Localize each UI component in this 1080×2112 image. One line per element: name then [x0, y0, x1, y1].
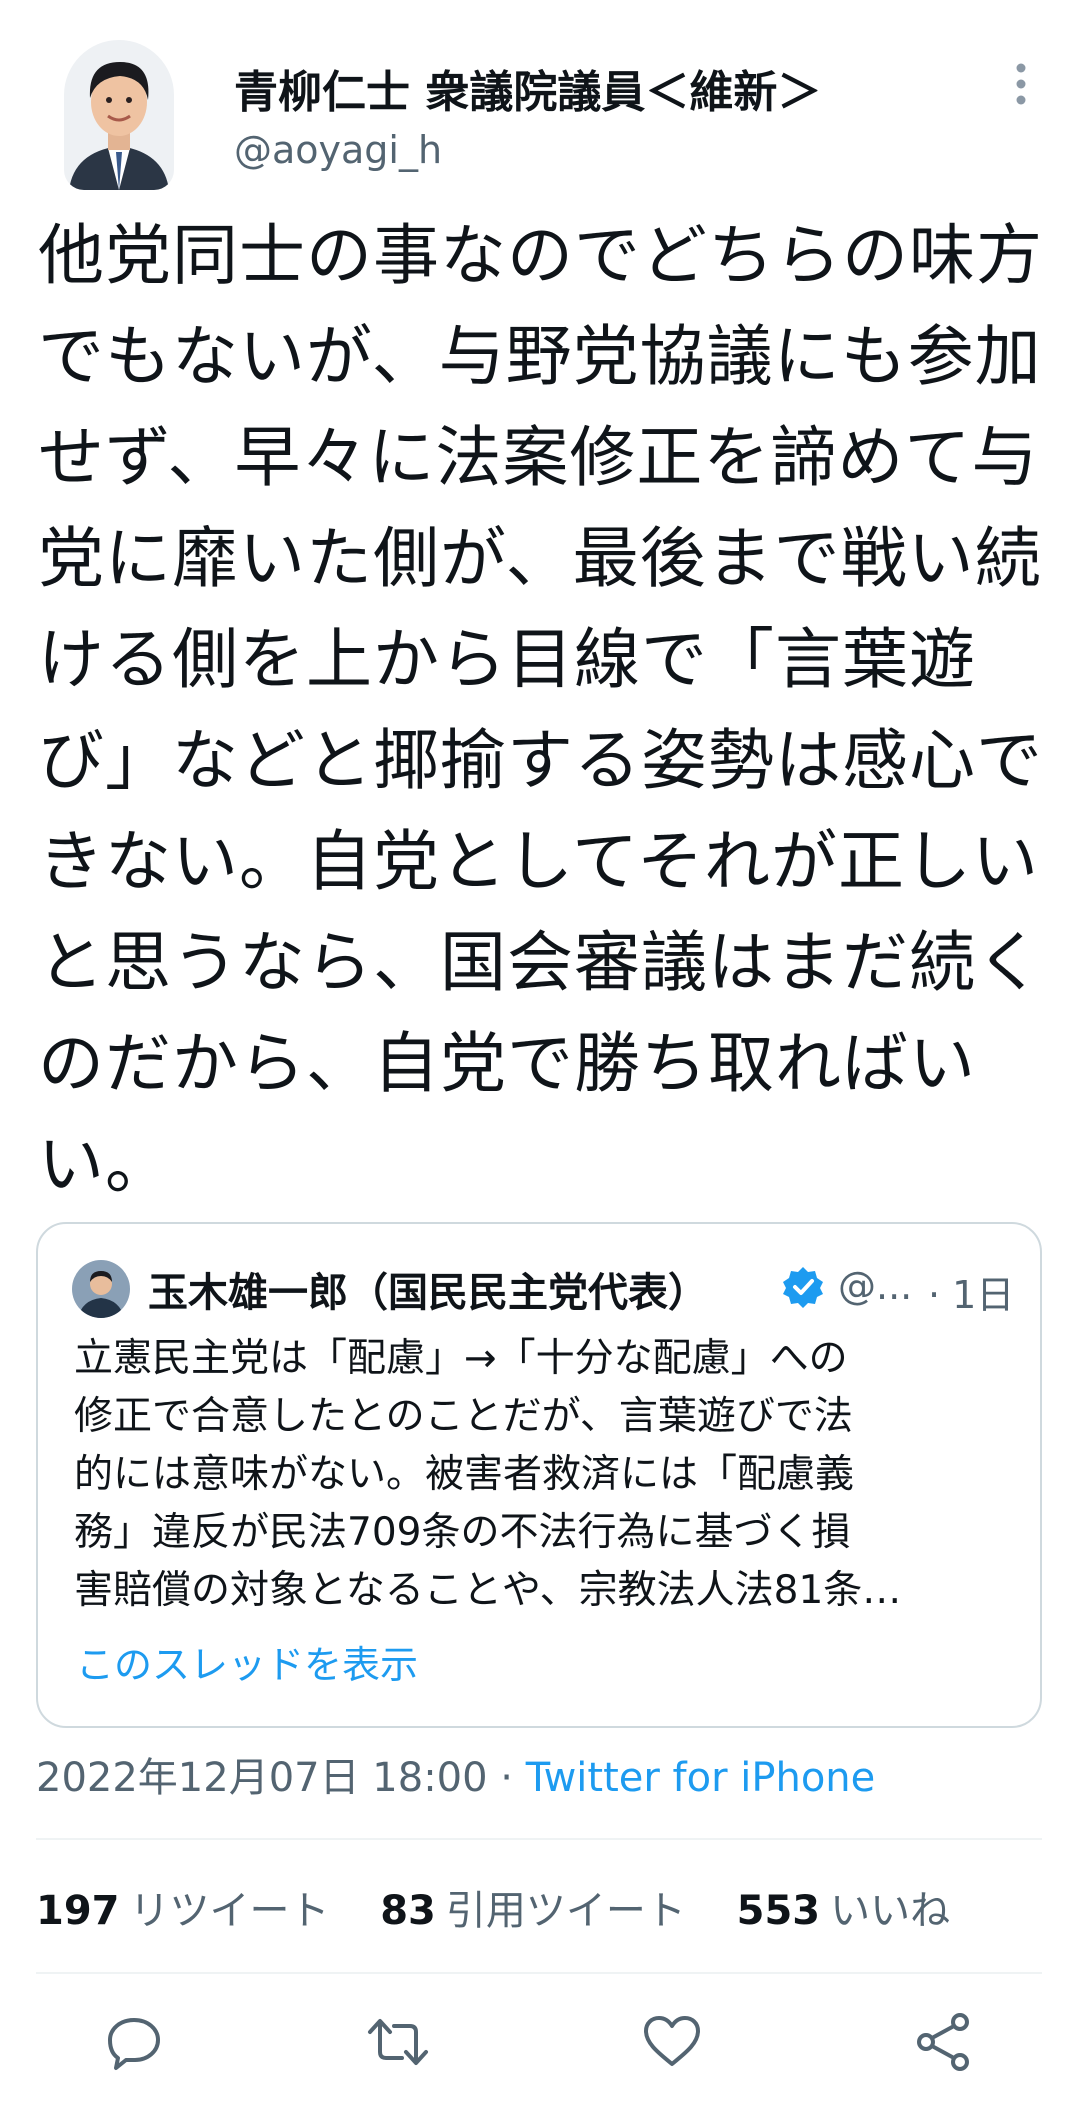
- heart-icon[interactable]: [640, 2010, 704, 2074]
- quotes-count: 83: [380, 1888, 436, 1934]
- tweet-text-line: 他党同士の事なのでどちらの味方: [38, 217, 1043, 294]
- quoted-tweet-card[interactable]: 玉木雄一郎（国民民主党代表） @... · 1日 立憲民主党は「配慮」→「十分な…: [36, 1222, 1042, 1728]
- retweets-label: リツイート: [129, 1888, 330, 1934]
- likes-count: 553: [736, 1888, 821, 1934]
- author-avatar[interactable]: [64, 40, 174, 190]
- share-icon[interactable]: [912, 2010, 976, 2074]
- tweet-text-line: と思うなら、国会審議はまだ続く: [38, 924, 1043, 1001]
- author-display-name[interactable]: 青柳仁士 衆議院議員＜維新＞: [234, 56, 821, 120]
- retweets-stat[interactable]: 197 リツイート: [36, 1878, 330, 1936]
- likes-label: いいね: [830, 1888, 951, 1934]
- quoted-text-line: 務」違反が民法709条の不法行為に基づく損: [74, 1510, 851, 1555]
- quoted-text-line: 的には意味がない。被害者救済には「配慮義: [74, 1452, 855, 1497]
- meta-separator: ·: [487, 1755, 526, 1801]
- tweet-actions-bar: [0, 2010, 1080, 2090]
- quotes-stat[interactable]: 83 引用ツイート: [380, 1878, 686, 1936]
- quoted-tweet-text: 立憲民主党は「配慮」→「十分な配慮」への 修正で合意したとのことだが、言葉遊びで…: [74, 1330, 1014, 1620]
- verified-badge-icon: [780, 1264, 826, 1310]
- likes-stat[interactable]: 553 いいね: [737, 1878, 951, 1936]
- tweet-text-line: び」などと揶揄する姿勢は感心で: [38, 722, 1043, 799]
- tweet-text-line: きない。自党としてそれが正しい: [38, 823, 1040, 900]
- tweet-source-link[interactable]: Twitter for iPhone: [526, 1755, 876, 1801]
- author-handle[interactable]: @aoyagi_h: [234, 128, 442, 172]
- tweet-text-line: ける側を上から目線で「言葉遊: [38, 621, 976, 698]
- quoted-author-name[interactable]: 玉木雄一郎（国民民主党代表）: [148, 1260, 708, 1318]
- tweet-stats: 197 リツイート 83 引用ツイート 553 いいね: [36, 1878, 988, 1936]
- quoted-text-line: 修正で合意したとのことだが、言葉遊びで法: [74, 1394, 853, 1439]
- tweet-text-line: 党に靡いた側が、最後まで戦い続: [38, 520, 1042, 597]
- quoted-text-line: 立憲民主党は「配慮」→「十分な配慮」への: [74, 1336, 848, 1381]
- more-vertical-icon[interactable]: [1006, 58, 1036, 118]
- quotes-label: 引用ツイート: [445, 1888, 686, 1934]
- quoted-author-handle[interactable]: @...: [838, 1264, 912, 1308]
- tweet-text: 他党同士の事なのでどちらの味方 でもないが、与野党協議にも参加 せず、早々に法案…: [38, 205, 1048, 1215]
- tweet-meta: 2022年12月07日 18:00 · Twitter for iPhone: [36, 1745, 875, 1803]
- tweet-text-line: のだから、自党で勝ち取ればい: [38, 1025, 976, 1102]
- quoted-text-line: 害賠償の対象となることや、宗教法人法81条…: [74, 1568, 902, 1613]
- quoted-author-avatar[interactable]: [72, 1260, 130, 1318]
- tweet-text-line: せず、早々に法案修正を諦めて与: [38, 419, 1039, 496]
- divider: [36, 1972, 1042, 1974]
- tweet-timestamp[interactable]: 2022年12月07日 18:00: [36, 1755, 488, 1801]
- retweets-count: 197: [36, 1888, 120, 1934]
- tweet-text-line: でもないが、与野党協議にも参加: [38, 318, 1042, 395]
- retweet-icon[interactable]: [366, 2010, 430, 2074]
- divider: [36, 1838, 1042, 1840]
- reply-icon[interactable]: [102, 2010, 166, 2074]
- tweet-header: 青柳仁士 衆議院議員＜維新＞ @aoyagi_h: [0, 0, 1080, 200]
- show-thread-link[interactable]: このスレッドを表示: [76, 1634, 418, 1689]
- quoted-tweet-time: · 1日: [928, 1273, 1015, 1317]
- tweet-text-line: い。: [38, 1126, 172, 1203]
